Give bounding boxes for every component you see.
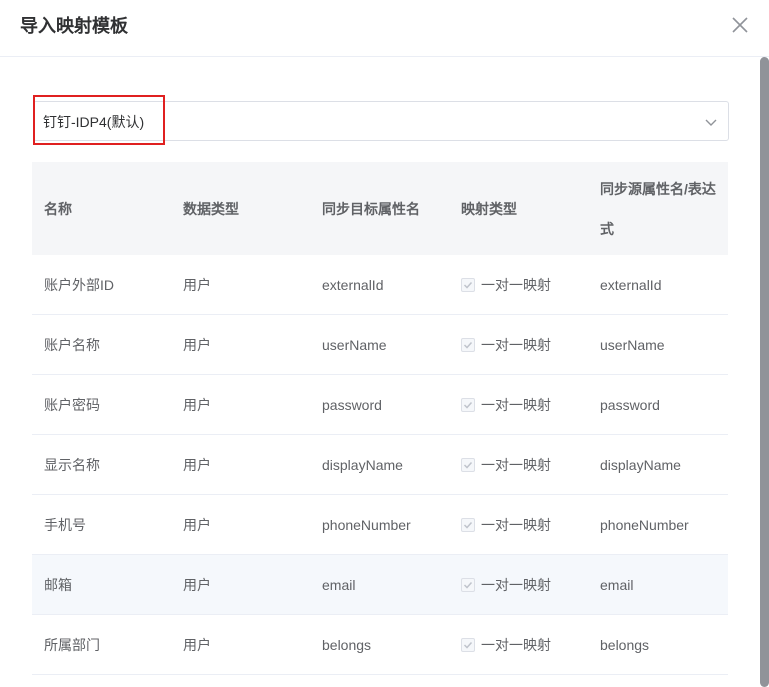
header-mapping-type: 映射类型	[449, 162, 588, 255]
cell-source-attr: externalId	[588, 255, 728, 315]
cell-data-type: 用户	[171, 314, 310, 375]
mapping-type-checkbox: 一对一映射	[461, 395, 551, 415]
check-icon	[461, 277, 475, 292]
cell-name: 显示名称	[32, 434, 171, 495]
table-header-row: 名称 数据类型 同步目标属性名 映射类型 同步源属性名/表达式	[32, 162, 728, 255]
mapping-type-checkbox: 一对一映射	[461, 515, 551, 535]
cell-target-attr: belongs	[310, 614, 449, 675]
table-row[interactable]: 显示名称 用户 displayName 一对一映射 displayName	[32, 434, 728, 495]
template-select[interactable]: 钉钉-IDP4(默认)	[33, 101, 729, 141]
chevron-down-icon	[705, 119, 717, 126]
close-button[interactable]	[729, 14, 751, 36]
table-row[interactable]: 手机号 用户 phoneNumber 一对一映射 phoneNumber	[32, 494, 728, 555]
dialog-title: 导入映射模板	[20, 16, 128, 36]
mapping-type-label: 一对一映射	[481, 516, 551, 533]
cell-target-attr: phoneNumber	[310, 494, 449, 555]
cell-data-type: 用户	[171, 494, 310, 555]
mapping-type-label: 一对一映射	[481, 336, 551, 353]
cell-mapping-type: 一对一映射	[449, 434, 588, 495]
header-data-type: 数据类型	[171, 162, 310, 255]
check-icon	[461, 397, 475, 412]
table-row[interactable]: 所属部门 用户 belongs 一对一映射 belongs	[32, 614, 728, 675]
mapping-type-label: 一对一映射	[481, 456, 551, 473]
header-target-attr: 同步目标属性名	[310, 162, 449, 255]
mapping-type-checkbox: 一对一映射	[461, 455, 551, 475]
cell-data-type: 用户	[171, 434, 310, 495]
mapping-type-checkbox: 一对一映射	[461, 635, 551, 655]
template-select-value: 钉钉-IDP4(默认)	[43, 114, 145, 130]
header-source-attr: 同步源属性名/表达式	[588, 162, 728, 255]
check-icon	[461, 517, 475, 532]
cell-target-attr: email	[310, 554, 449, 615]
cell-target-attr: password	[310, 374, 449, 435]
cell-source-attr: userName	[588, 314, 728, 375]
cell-mapping-type: 一对一映射	[449, 614, 588, 675]
cell-source-attr: password	[588, 374, 728, 435]
cell-name: 账户密码	[32, 374, 171, 435]
close-icon	[732, 17, 748, 33]
cell-source-attr: belongs	[588, 614, 728, 675]
cell-mapping-type: 一对一映射	[449, 374, 588, 435]
cell-name: 所属部门	[32, 614, 171, 675]
mapping-type-checkbox: 一对一映射	[461, 275, 551, 295]
dialog-body: 钉钉-IDP4(默认) 名称 数据类型 同步目标属性名 映射类型 同步源属性名/…	[0, 57, 769, 687]
check-icon	[461, 577, 475, 592]
cell-mapping-type: 一对一映射	[449, 255, 588, 315]
cell-target-attr: userName	[310, 314, 449, 375]
check-icon	[461, 457, 475, 472]
cell-mapping-type: 一对一映射	[449, 494, 588, 555]
cell-name: 邮箱	[32, 554, 171, 615]
scrollbar-thumb[interactable]	[760, 57, 769, 687]
cell-target-attr: displayName	[310, 434, 449, 495]
check-icon	[461, 337, 475, 352]
cell-data-type: 用户	[171, 374, 310, 435]
table-row[interactable]: 账户外部ID 用户 externalId 一对一映射 externalId	[32, 255, 728, 315]
check-icon	[461, 637, 475, 652]
cell-mapping-type: 一对一映射	[449, 554, 588, 615]
mapping-table: 名称 数据类型 同步目标属性名 映射类型 同步源属性名/表达式 账户外部ID 用户…	[32, 162, 728, 675]
cell-name: 账户名称	[32, 314, 171, 375]
cell-source-attr: displayName	[588, 434, 728, 495]
mapping-type-label: 一对一映射	[481, 276, 551, 293]
table-row[interactable]: 账户密码 用户 password 一对一映射 password	[32, 374, 728, 435]
table-row[interactable]: 邮箱 用户 email 一对一映射 email	[32, 554, 728, 615]
cell-source-attr: email	[588, 554, 728, 615]
dialog-header: 导入映射模板	[0, 0, 769, 57]
cell-data-type: 用户	[171, 554, 310, 615]
mapping-type-label: 一对一映射	[481, 636, 551, 653]
table-row[interactable]: 账户名称 用户 userName 一对一映射 userName	[32, 314, 728, 375]
header-name: 名称	[32, 162, 171, 255]
cell-name: 手机号	[32, 494, 171, 555]
mapping-type-label: 一对一映射	[481, 396, 551, 413]
mapping-type-checkbox: 一对一映射	[461, 575, 551, 595]
cell-name: 账户外部ID	[32, 255, 171, 315]
cell-source-attr: phoneNumber	[588, 494, 728, 555]
cell-data-type: 用户	[171, 255, 310, 315]
cell-data-type: 用户	[171, 614, 310, 675]
cell-mapping-type: 一对一映射	[449, 314, 588, 375]
cell-target-attr: externalId	[310, 255, 449, 315]
mapping-type-label: 一对一映射	[481, 576, 551, 593]
import-mapping-template-dialog: 导入映射模板 钉钉-IDP4(默认) 名称 数据类型 同步目标属性名 映射类型 …	[0, 0, 769, 687]
mapping-type-checkbox: 一对一映射	[461, 335, 551, 355]
